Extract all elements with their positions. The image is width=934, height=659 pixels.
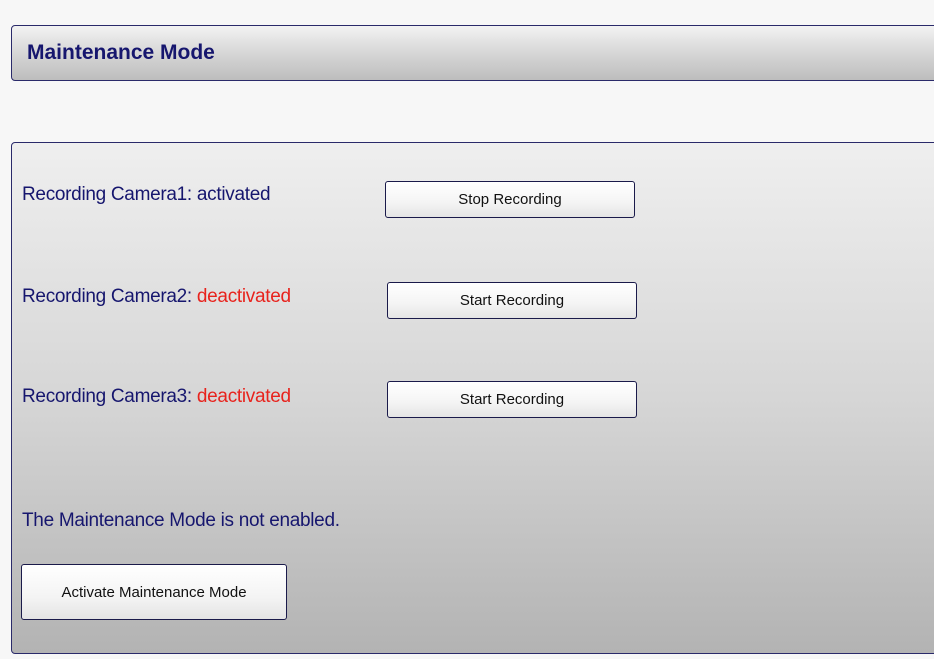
camera1-row-label: Recording Camera1: activated <box>22 184 271 206</box>
camera3-label: Recording Camera3: <box>22 386 197 407</box>
camera1-label: Recording Camera1: <box>22 184 197 205</box>
maintenance-status-text: The Maintenance Mode is not enabled. <box>22 510 340 531</box>
camera1-stop-recording-button[interactable]: Stop Recording <box>385 181 635 218</box>
camera3-row-label: Recording Camera3: deactivated <box>22 386 291 408</box>
camera3-status: deactivated <box>196 386 291 407</box>
camera2-status: deactivated <box>196 286 291 307</box>
page: Maintenance Mode Recording Camera1: acti… <box>0 0 934 659</box>
camera3-start-recording-button[interactable]: Start Recording <box>387 381 637 418</box>
page-title: Maintenance Mode <box>27 41 215 64</box>
header-panel: Maintenance Mode <box>11 25 934 81</box>
camera2-start-recording-button[interactable]: Start Recording <box>387 282 637 319</box>
camera2-label: Recording Camera2: <box>22 286 197 307</box>
camera2-row-label: Recording Camera2: deactivated <box>22 286 291 308</box>
recording-panel: Recording Camera1: activated Stop Record… <box>11 142 934 654</box>
camera1-status: activated <box>196 184 271 205</box>
activate-maintenance-mode-button[interactable]: Activate Maintenance Mode <box>21 564 287 620</box>
